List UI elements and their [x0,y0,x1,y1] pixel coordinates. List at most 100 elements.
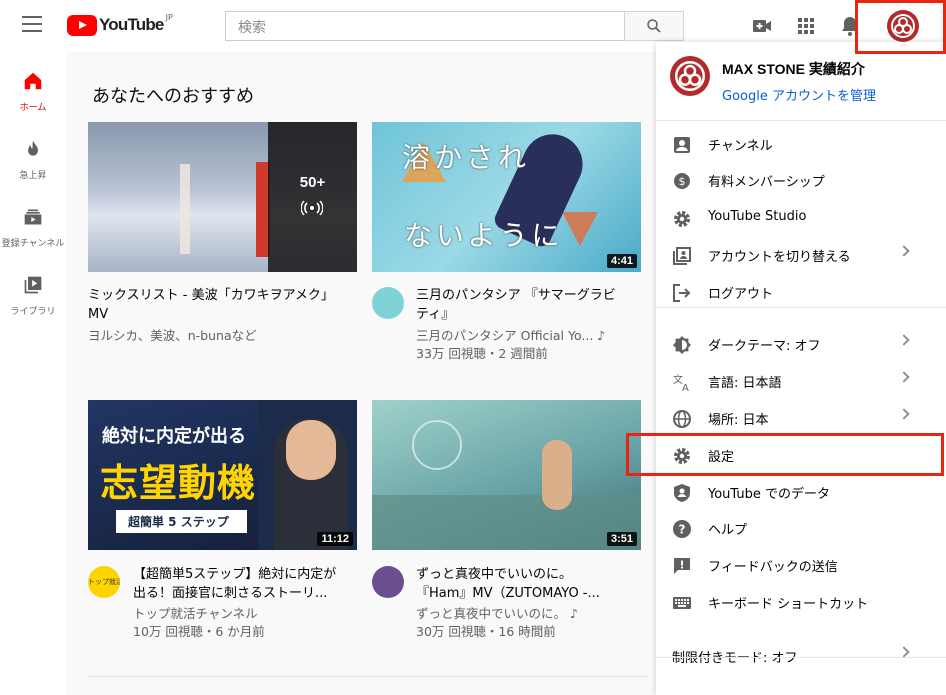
shield-person-icon [674,484,690,502]
menu-item-translate[interactable]: 文 A 言語: 日本語 [656,363,946,400]
menu-item-label: 設定 [708,450,735,465]
video-title[interactable]: ミックスリスト - 美波「カワキヲアメク」 MV [88,286,348,324]
subscriptions-icon [24,209,42,225]
person-icon [674,137,690,153]
help-icon: ? [673,520,691,538]
channel-avatar[interactable] [372,566,404,598]
menu-item-label: YouTube でのデータ [708,487,830,502]
logout-icon [673,284,691,302]
apps-grid-icon[interactable] [794,14,818,38]
menu-item-label: アカウントを切り替える [708,250,851,265]
chevron-right-icon [898,646,910,658]
video-title-line: 三月のパンタシア 『サマーグラビ [416,288,616,303]
dark-theme-icon [673,336,691,354]
video-thumbnail-ham[interactable]: 3:51 [372,400,641,550]
sidebar-item-home[interactable]: ホーム [0,70,66,113]
chevron-right-icon [898,334,910,346]
sidebar-item-library[interactable]: ライブラリ [0,274,66,317]
thumb-shard [562,212,598,246]
trending-icon [28,140,38,156]
menu-item-label: YouTube Studio [708,209,807,224]
video-stats: 10万 回視聴・6 か月前 [133,624,265,639]
sidebar-item-trending[interactable]: 急上昇 [0,138,66,181]
thumb-character [542,440,572,510]
section-title: あなたへのおすすめ [92,86,254,107]
sidebar-item-label: 登録チャンネル [1,239,65,249]
sidebar-item-subscriptions[interactable]: 登録チャンネル [0,206,66,249]
video-channel-meta[interactable]: トップ就活チャンネル [133,605,258,623]
search-input[interactable]: 検索 [225,11,625,41]
menu-item-switch-account[interactable]: アカウントを切り替える [656,237,946,274]
video-stats: 30万 回視聴・16 時間前 [416,624,556,639]
search-icon [647,19,661,33]
video-thumbnail-summer[interactable]: 溶かされ ないように 4:41 [372,122,641,272]
video-duration: 4:41 [606,254,637,268]
video-title[interactable]: 三月のパンタシア 『サマーグラビ ティ』 [416,286,636,324]
search-button[interactable] [624,11,684,41]
notifications-bell-icon[interactable] [838,14,862,38]
manage-google-account-link[interactable]: Google アカウントを管理 [722,85,876,104]
chevron-right-icon [898,408,910,420]
channel-avatar[interactable] [372,287,404,319]
svg-text:$: $ [679,175,686,188]
menu-item-label: フィードバックの送信 [708,560,838,575]
menu-divider [656,120,946,121]
account-avatar-button[interactable] [887,10,919,42]
menu-item-dollar[interactable]: $ 有料メンバーシップ [656,162,946,199]
video-channel-meta[interactable]: ヨルシカ、美波、n-bunaなど [88,327,257,345]
switch-account-icon [673,247,691,265]
menu-item-label: 言語: 日本語 [708,376,782,391]
menu-item-label: 有料メンバーシップ [708,175,825,190]
chevron-right-icon [898,371,910,383]
menu-item-logout[interactable]: ログアウト [656,274,946,311]
create-video-icon[interactable] [750,14,774,38]
video-title[interactable]: 【超簡単5ステップ】絶対に内定が 出る！面接官に刺さるストーリ... [133,565,353,603]
thumb-figure-left [180,164,190,254]
playlist-overlay: 50+ [268,122,357,272]
channel-avatar[interactable]: トップ就活 [88,566,120,598]
menu-item-gear[interactable]: 設定 [656,437,946,474]
video-channel-meta[interactable]: ずっと真夜中でいいのに。 ♪ [416,605,578,623]
account-name: MAX STONE 実績紹介 [722,61,865,77]
youtube-logo[interactable]: YouTube JP [67,13,173,36]
menu-item-keyboard[interactable]: キーボード ショートカット [656,584,946,621]
feedback-icon [674,558,690,574]
menu-divider [656,307,946,308]
menu-item-dark-theme[interactable]: ダークテーマ: オフ [656,326,946,363]
thumb-text: ないように [404,219,564,252]
library-icon [24,276,42,294]
translate-icon: 文A [673,373,689,392]
video-thumbnail-mix[interactable]: 50+ [88,122,357,272]
gear-icon [674,448,690,464]
menu-item-shield-person[interactable]: YouTube でのデータ [656,474,946,511]
keyboard-icon [673,597,691,609]
hamburger-menu-icon[interactable] [22,16,42,32]
video-thumbnail-shukatsu[interactable]: 絶対に内定が出る 志望動機 超簡単 5 ステップ 11:12 [88,400,357,550]
sidebar-item-label: ライブラリ [10,307,56,317]
menu-item-globe[interactable]: 場所: 日本 [656,400,946,437]
sidebar-item-label: 急上昇 [19,171,47,181]
menu-item-help[interactable]: ? ヘルプ [656,510,946,547]
gear-icon [674,211,690,227]
thumb-window [412,420,462,470]
menu-item-person[interactable]: チャンネル [656,126,946,163]
video-duration: 11:12 [317,532,353,546]
video-title-line: 【超簡単5ステップ】絶対に内定が [133,567,337,582]
video-title-line: 出る！面接官に刺さるストーリ... [133,586,328,601]
svg-text:?: ? [679,523,686,537]
sidebar-item-label: ホーム [19,103,47,113]
menu-item-label: ログアウト [708,287,774,302]
avatar-emblem-icon [891,14,915,38]
guide-sidebar: ホーム 急上昇 登録チャンネル ライブラリ [0,52,66,695]
menu-item-label: キーボード ショートカット [708,597,869,612]
video-title[interactable]: ずっと真夜中でいいのに。 『Ham』MV（ZUTOMAYO -... [416,565,636,603]
row-divider [88,676,648,677]
video-title-line: ティ』 [416,307,455,322]
thumb-text: 志望動機 [100,461,257,505]
menu-item-gear[interactable]: YouTube Studio [656,200,946,237]
thumb-text: 絶対に内定が出る [102,426,246,447]
video-channel-meta[interactable]: 三月のパンタシア Official Yo... ♪ [416,327,605,345]
menu-divider [656,657,946,658]
video-title-line: MV [88,307,109,322]
menu-item-feedback[interactable]: フィードバックの送信 [656,547,946,584]
